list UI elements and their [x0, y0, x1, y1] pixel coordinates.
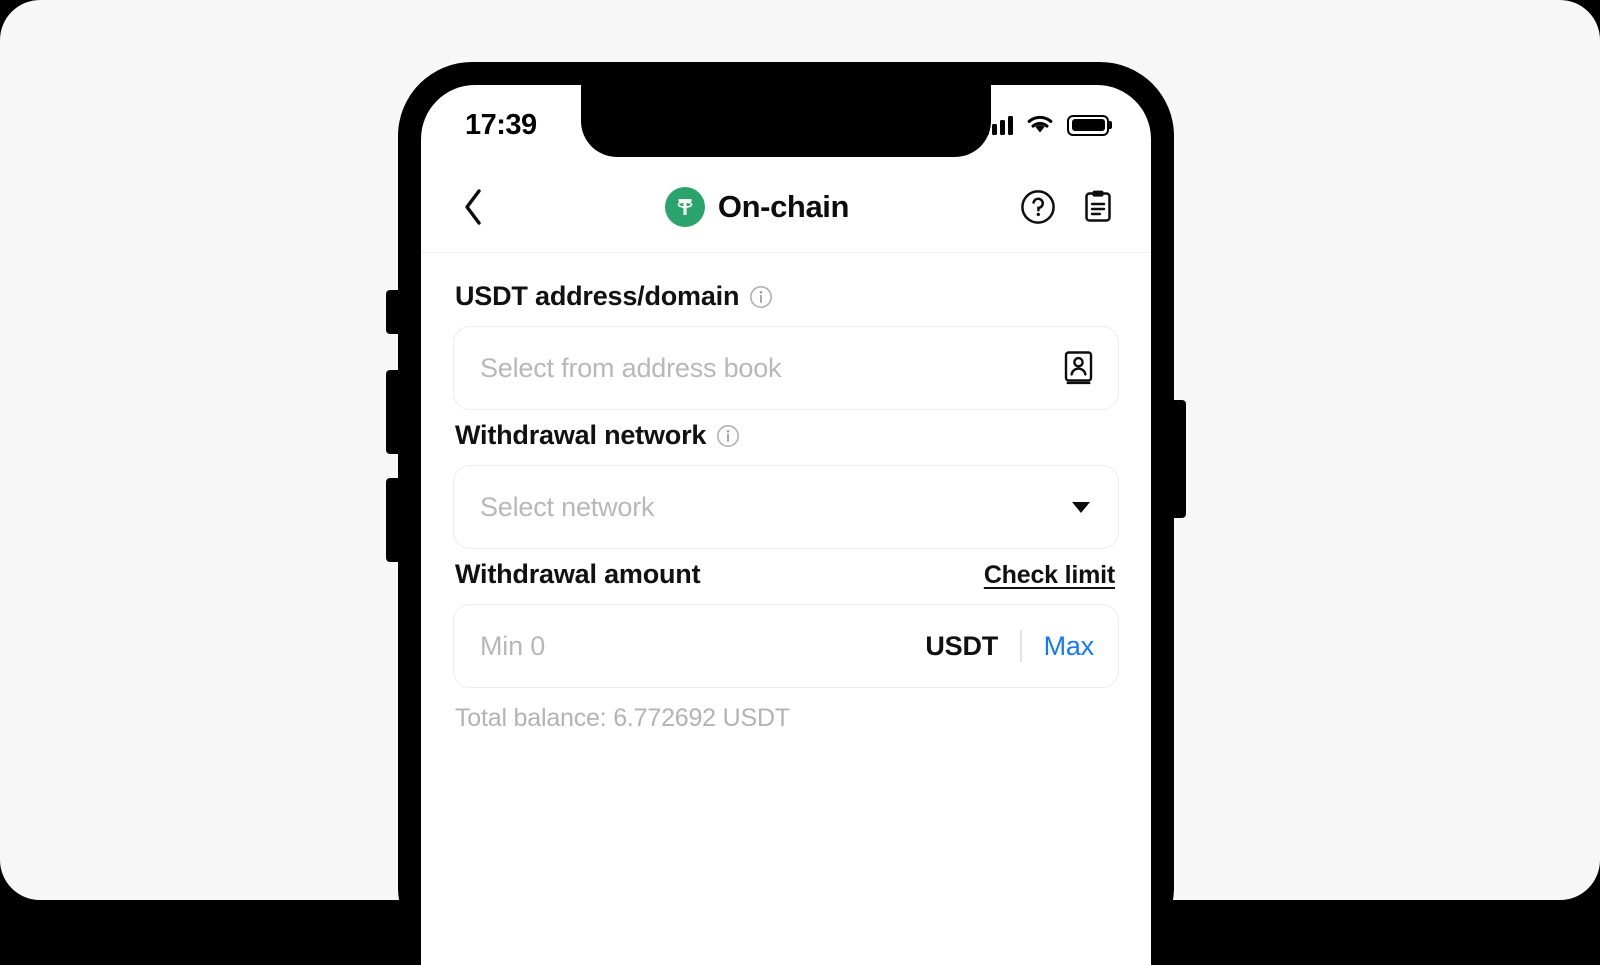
network-field-label: Withdrawal network [455, 420, 706, 451]
page-title: On-chain [718, 189, 849, 225]
status-bar-indicators [984, 111, 1109, 136]
phone-screen: 17:39 [421, 85, 1151, 965]
total-balance-text: Total balance: 6.772692 USDT [453, 688, 1119, 733]
battery-full-icon [1067, 115, 1109, 136]
chevron-down-icon [1072, 502, 1090, 513]
withdrawal-form: USDT address/domain Select from address … [421, 253, 1151, 733]
address-field-label: USDT address/domain [455, 281, 739, 312]
network-label-row: Withdrawal network [453, 420, 1119, 465]
address-field-group: USDT address/domain Select from address … [453, 281, 1119, 410]
address-input[interactable]: Select from address book [453, 326, 1119, 410]
info-circle-icon[interactable] [749, 285, 773, 309]
check-limit-link[interactable]: Check limit [984, 561, 1115, 590]
network-select-placeholder: Select network [480, 492, 1072, 523]
notch [581, 85, 991, 157]
address-label-row: USDT address/domain [453, 281, 1119, 326]
app-header-actions [1019, 188, 1117, 226]
divider [1020, 630, 1022, 662]
info-circle-icon[interactable] [716, 424, 740, 448]
question-circle-icon[interactable] [1019, 188, 1057, 226]
network-field-group: Withdrawal network Select network [453, 420, 1119, 549]
app-header: On-chain [421, 161, 1151, 253]
chevron-left-icon [462, 188, 484, 226]
network-select[interactable]: Select network [453, 465, 1119, 549]
wifi-icon [1026, 115, 1054, 135]
back-button[interactable] [445, 179, 501, 235]
amount-unit-label: USDT [925, 631, 998, 662]
clipboard-records-icon[interactable] [1079, 188, 1117, 226]
amount-label-row: Withdrawal amount Check limit [453, 559, 1119, 604]
max-button[interactable]: Max [1044, 631, 1094, 662]
amount-input[interactable]: Min 0 USDT Max [453, 604, 1119, 688]
status-bar-clock: 17:39 [465, 107, 537, 140]
amount-input-placeholder: Min 0 [480, 631, 925, 662]
address-input-placeholder: Select from address book [480, 353, 1060, 384]
amount-field-label: Withdrawal amount [455, 559, 700, 590]
app-header-title-group: On-chain [495, 187, 1019, 227]
address-book-icon[interactable] [1060, 350, 1094, 386]
amount-field-group: Withdrawal amount Check limit Min 0 USDT… [453, 559, 1119, 733]
tether-usdt-logo-icon [665, 187, 705, 227]
